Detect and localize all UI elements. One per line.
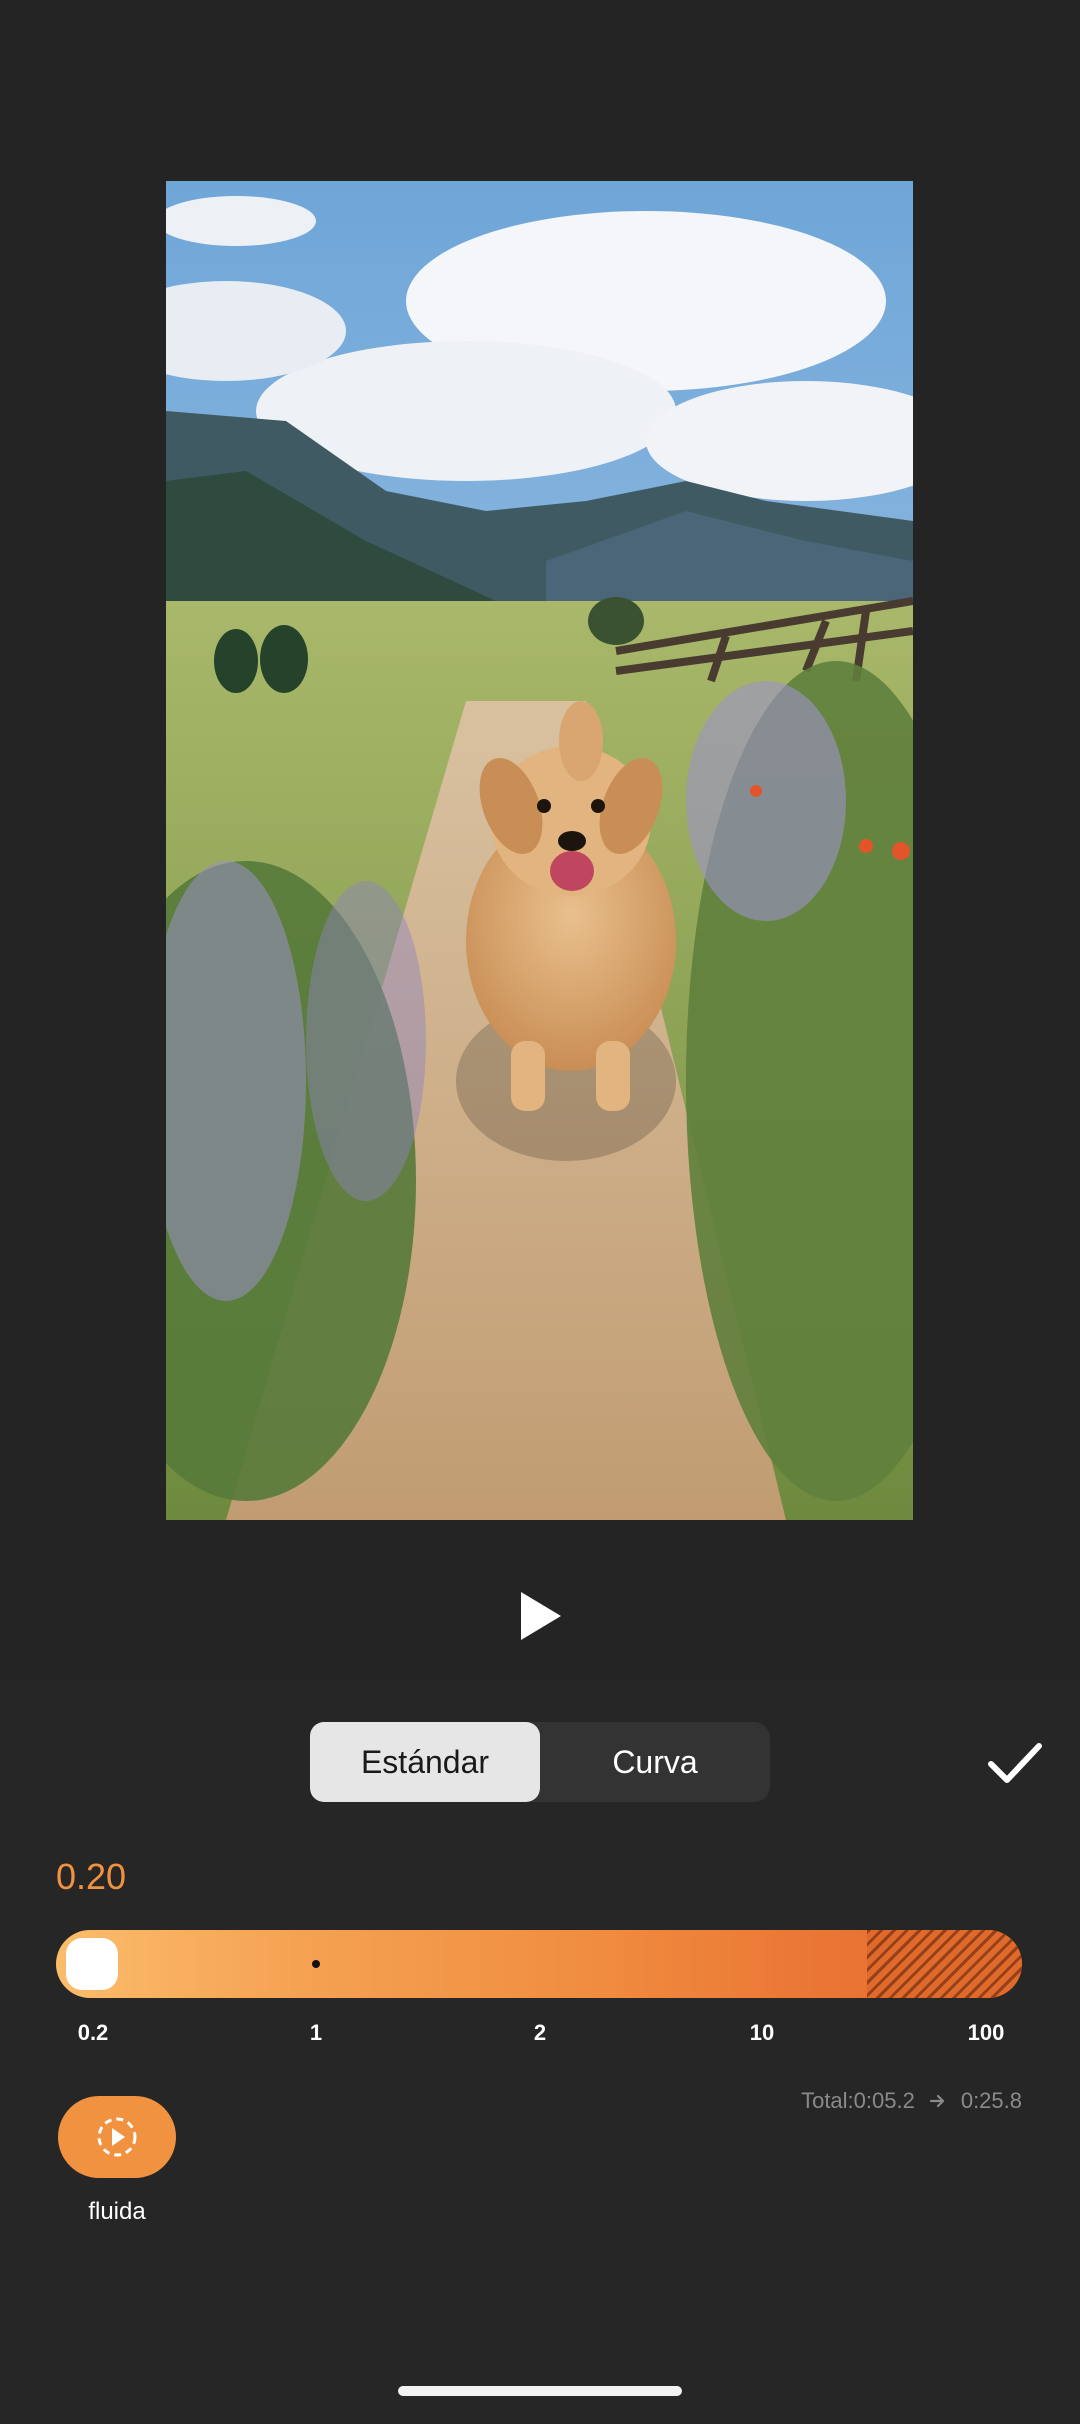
tick-label: 2 (533, 2020, 547, 2045)
speed-value-readout: 0.20 (56, 1856, 127, 1897)
speed-mode-toggle: Estándar Curva (310, 1722, 770, 1802)
total-duration: Total:0:05.2 (801, 2088, 915, 2113)
tick-label: 10 (749, 2020, 775, 2045)
tick-label: 0.2 (77, 2020, 109, 2045)
smooth-playback-icon (97, 2117, 137, 2157)
arrow-right-icon (929, 2094, 944, 2108)
tick-label: 100 (967, 2020, 1005, 2045)
smooth-button[interactable] (58, 2096, 176, 2178)
tab-curve[interactable]: Curva (540, 1722, 770, 1802)
video-frame-image (166, 181, 913, 1520)
slider-thumb[interactable] (66, 1938, 118, 1990)
slider-marker-1x (312, 1960, 320, 1968)
tab-standard[interactable]: Estándar (310, 1722, 540, 1802)
play-icon[interactable] (515, 1588, 565, 1644)
preview-area (0, 0, 1080, 1680)
slider-limit-zone (867, 1930, 1022, 1998)
speed-slider[interactable] (56, 1930, 1022, 1998)
checkmark-icon[interactable] (985, 1738, 1045, 1788)
smooth-label: fluida (88, 2198, 146, 2225)
new-duration: 0:25.8 (960, 2088, 1022, 2113)
duration-summary: Total:0:05.2 0:25.8 (801, 2088, 1022, 2114)
tick-label: 1 (309, 2020, 323, 2045)
video-preview[interactable] (166, 181, 913, 1520)
speed-editor-screen: Estándar Curva 0.20 0.2 1 2 10 100 Total… (0, 0, 1080, 2424)
home-indicator[interactable] (398, 2386, 682, 2396)
